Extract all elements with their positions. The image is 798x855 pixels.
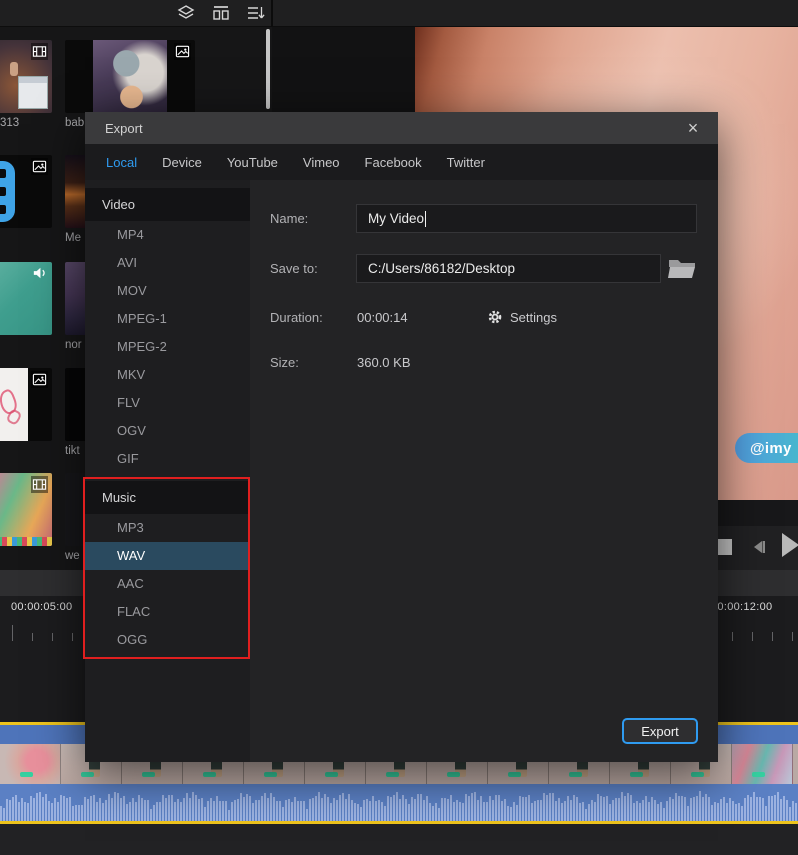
timeline-empty-area (0, 824, 798, 855)
settings-label: Settings (510, 310, 557, 325)
media-tile-313[interactable] (0, 40, 52, 113)
layers-view-icon[interactable] (176, 3, 196, 23)
format-item-mp3[interactable]: MP3 (85, 514, 250, 542)
video-editor-window: 313 bab Me nor tikt we (0, 0, 798, 855)
section-header-video: Video (85, 188, 250, 221)
size-label: Size: (270, 355, 299, 370)
image-file-icon (31, 371, 48, 388)
thumbnail-art (0, 537, 52, 546)
sort-order-icon[interactable] (245, 3, 265, 23)
dialog-header[interactable]: Export × (85, 112, 718, 144)
stop-button[interactable] (716, 539, 732, 555)
export-dialog: Export × Local Device YouTube Vimeo Face… (85, 112, 718, 762)
image-file-icon (31, 158, 48, 175)
video-file-icon (31, 43, 48, 60)
tab-facebook[interactable]: Facebook (365, 155, 422, 170)
tab-vimeo[interactable]: Vimeo (303, 155, 340, 170)
format-item-flac[interactable]: FLAC (85, 598, 250, 626)
settings-button[interactable]: Settings (487, 304, 557, 330)
thumbnail-art (0, 161, 15, 222)
thumbnail-art (10, 62, 18, 76)
watermark-pill: @imy (735, 433, 798, 463)
dialog-tab-bar: Local Device YouTube Vimeo Facebook Twit… (85, 144, 718, 180)
media-tile-film-logo[interactable] (0, 155, 52, 228)
media-tile-sketch[interactable] (0, 368, 52, 441)
format-sidebar: Video MP4 AVI MOV MPEG-1 MPEG-2 MKV FLV … (85, 180, 250, 762)
ruler-timestamp-left: 00:00:05:00 (11, 601, 72, 613)
previous-frame-button[interactable] (749, 539, 769, 555)
format-item-mpeg1[interactable]: MPEG-1 (85, 305, 250, 333)
format-item-avi[interactable]: AVI (85, 249, 250, 277)
tab-local[interactable]: Local (106, 155, 137, 170)
media-tile-bab[interactable] (65, 40, 195, 113)
format-item-flv[interactable]: FLV (85, 389, 250, 417)
image-file-icon (174, 43, 191, 60)
name-value: My Video (368, 211, 424, 226)
format-item-mkv[interactable]: MKV (85, 361, 250, 389)
format-item-mov[interactable]: MOV (85, 277, 250, 305)
export-button[interactable]: Export (622, 718, 698, 744)
format-item-ogg[interactable]: OGG (85, 626, 250, 654)
top-toolbar (0, 0, 798, 27)
name-label: Name: (270, 211, 308, 226)
media-scrollbar[interactable] (266, 29, 270, 109)
text-caret (425, 211, 426, 227)
tab-twitter[interactable]: Twitter (447, 155, 485, 170)
video-file-icon (31, 476, 48, 493)
storyboard-view-icon[interactable] (211, 3, 231, 23)
dialog-body: Video MP4 AVI MOV MPEG-1 MPEG-2 MKV FLV … (85, 180, 718, 762)
thumbnail-art (18, 76, 48, 109)
tab-device[interactable]: Device (162, 155, 202, 170)
play-button[interactable] (782, 533, 798, 557)
size-value: 360.0 KB (357, 355, 411, 370)
format-item-mp4[interactable]: MP4 (85, 221, 250, 249)
thumbnail-art (93, 40, 167, 113)
media-tile-audio[interactable] (0, 262, 52, 335)
format-item-wav[interactable]: WAV (85, 542, 250, 570)
media-tile-kid[interactable] (0, 473, 52, 546)
duration-label: Duration: (270, 310, 323, 325)
audio-waveform[interactable] (0, 784, 798, 821)
section-header-music: Music (85, 481, 250, 514)
save-to-value: C:/Users/86182/Desktop (368, 261, 515, 276)
duration-value: 00:00:14 (357, 310, 408, 325)
browse-folder-icon[interactable] (667, 255, 697, 282)
media-tile-label: 313 (0, 117, 52, 129)
gear-icon (487, 309, 503, 325)
name-input[interactable]: My Video (356, 204, 697, 233)
save-to-input[interactable]: C:/Users/86182/Desktop (356, 254, 661, 283)
format-item-mpeg2[interactable]: MPEG-2 (85, 333, 250, 361)
tab-youtube[interactable]: YouTube (227, 155, 278, 170)
dialog-title: Export (105, 121, 143, 136)
save-to-label: Save to: (270, 261, 318, 276)
speaker-icon (31, 264, 48, 281)
toolbar-divider (271, 0, 273, 27)
format-item-ogv[interactable]: OGV (85, 417, 250, 445)
format-item-gif[interactable]: GIF (85, 445, 250, 473)
ruler-timestamp-right: 00:00:12:00 (711, 601, 772, 613)
close-icon[interactable]: × (682, 117, 704, 139)
format-item-aac[interactable]: AAC (85, 570, 250, 598)
watermark-text: @imy (750, 440, 792, 457)
